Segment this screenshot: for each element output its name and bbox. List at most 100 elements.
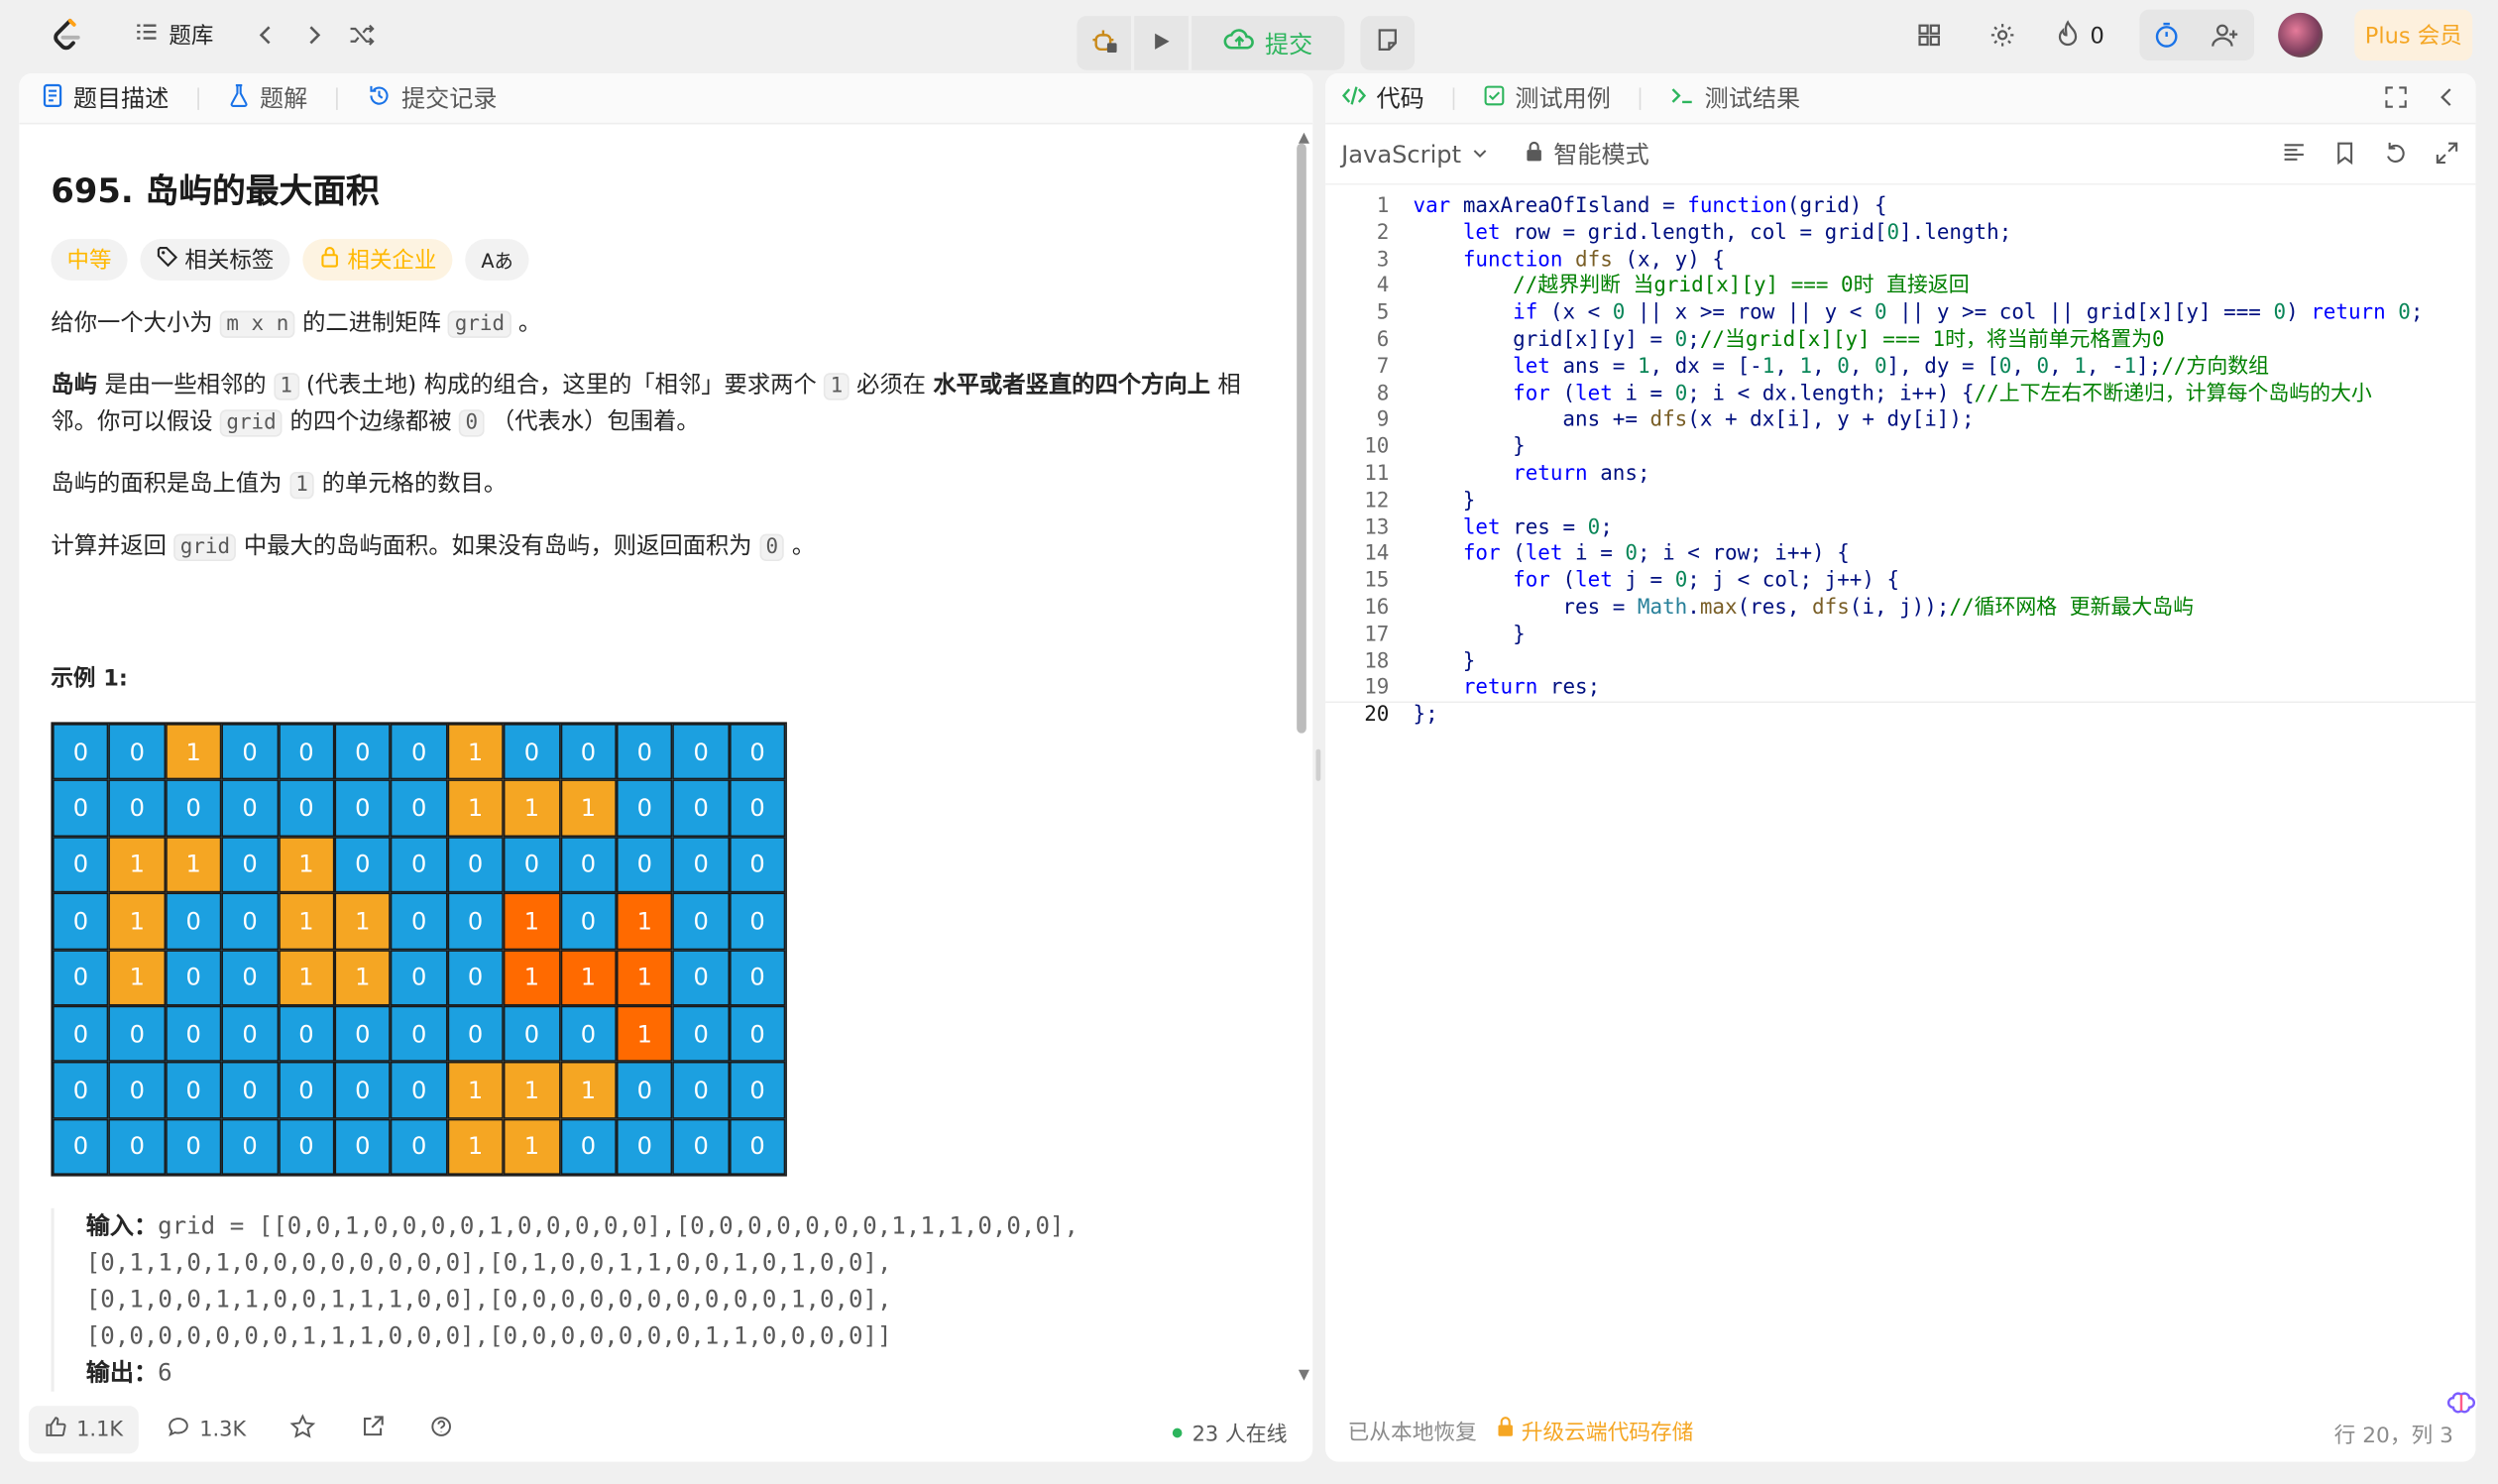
code-line: 16 res = Math.max(res, dfs(i, j));//循环网格… xyxy=(1364,596,2195,621)
tab-solutions[interactable]: 题解 xyxy=(228,81,307,115)
problem-badges: 中等 相关标签 相关企业 Aあ xyxy=(51,239,1261,281)
grid-cell: 0 xyxy=(729,949,786,1006)
grid-cell: 0 xyxy=(729,836,786,893)
maximize-icon[interactable] xyxy=(2383,84,2409,116)
reset-undo-icon[interactable] xyxy=(2383,140,2409,171)
grid-cell: 1 xyxy=(504,1118,560,1176)
grid-cell: 1 xyxy=(165,836,222,893)
inline-code: grid xyxy=(219,409,284,437)
streak-counter[interactable]: 0 xyxy=(2055,19,2104,54)
code-line: 5 if (x < 0 || x >= row || y < 0 || y >=… xyxy=(1376,301,2424,326)
format-align-icon[interactable] xyxy=(2281,140,2307,171)
tab-testcases[interactable]: 测试用例 xyxy=(1483,81,1611,115)
list-icon xyxy=(134,19,160,51)
difficulty-badge[interactable]: 中等 xyxy=(51,239,128,281)
tab-description-label: 题目描述 xyxy=(72,84,170,114)
bookmark-icon[interactable] xyxy=(2332,140,2358,171)
ai-assistant-brain-icon[interactable] xyxy=(2443,1385,2478,1420)
scroll-down-arrow-icon[interactable]: ▼ xyxy=(1299,1368,1309,1384)
submit-button[interactable]: 提交 xyxy=(1192,16,1345,70)
share-external-icon xyxy=(361,1414,387,1445)
run-button[interactable] xyxy=(1134,16,1189,70)
grid-cell: 0 xyxy=(391,779,448,837)
input-value: grid = [[0,0,1,0,0,0,0,1,0,0,0,0,0],[0,0… xyxy=(158,1211,1079,1241)
input-value: [0,0,0,0,0,0,0,1,1,1,0,0,0],[0,0,0,0,0,0… xyxy=(85,1321,892,1351)
problem-list-nav[interactable]: 题库 xyxy=(134,19,213,51)
inline-code: grid xyxy=(173,533,237,561)
stopwatch-icon[interactable] xyxy=(2152,21,2181,50)
history-icon xyxy=(367,82,393,114)
grid-cell: 1 xyxy=(447,1062,505,1119)
upgrade-storage-link[interactable]: 升级云端代码存储 xyxy=(1496,1414,1693,1445)
lock-icon xyxy=(318,246,340,275)
grid-cell: 0 xyxy=(729,723,786,780)
cloud-upload-icon xyxy=(1223,27,1255,58)
settings-gear-icon[interactable] xyxy=(1988,21,2017,50)
grid-cell: 0 xyxy=(672,1005,730,1063)
play-icon xyxy=(1150,28,1172,58)
prev-problem-icon[interactable] xyxy=(252,21,281,50)
inline-code: 1 xyxy=(288,471,315,500)
related-tags-button[interactable]: 相关标签 xyxy=(140,239,290,281)
tab-divider xyxy=(1452,86,1455,110)
favorite-button[interactable] xyxy=(275,1406,332,1453)
grid-cell: 0 xyxy=(278,723,335,780)
tab-code[interactable]: 代码 xyxy=(1341,81,1424,115)
grid-cell: 0 xyxy=(334,836,392,893)
tab-submissions[interactable]: 提交记录 xyxy=(367,81,497,115)
code-line: 15 for (let j = 0; j < col; j++) { xyxy=(1364,569,1900,594)
translate-button[interactable]: Aあ xyxy=(465,239,529,281)
collapse-left-icon[interactable] xyxy=(2435,84,2460,116)
grid-cell: 1 xyxy=(504,949,560,1006)
grid-cell: 1 xyxy=(504,779,560,837)
grid-cell: 0 xyxy=(278,1062,335,1119)
comments-button[interactable]: 1.3K xyxy=(152,1406,262,1453)
example-io-block: 输入：grid = [[0,0,1,0,0,0,0,1,0,0,0,0,0],[… xyxy=(51,1207,1261,1392)
related-tags-label: 相关标签 xyxy=(184,248,275,275)
tab-solutions-label: 题解 xyxy=(259,84,308,114)
panel-splitter-handle[interactable] xyxy=(1315,748,1321,781)
plus-member-button[interactable]: Plus 会员 xyxy=(2354,9,2473,61)
grid-cell: 0 xyxy=(616,723,673,780)
grid-cell: 0 xyxy=(53,1005,109,1063)
grid-cell: 0 xyxy=(616,836,673,893)
text: (代表土地) 构成的组合，这里的「相邻」要求两个 xyxy=(305,373,817,399)
related-companies-label: 相关企业 xyxy=(347,248,437,275)
grid-cell: 0 xyxy=(221,1118,279,1176)
user-avatar[interactable] xyxy=(2278,12,2324,57)
grid-cell: 0 xyxy=(165,1005,222,1063)
notes-button[interactable] xyxy=(1360,16,1416,70)
like-button[interactable]: 1.1K xyxy=(28,1406,140,1454)
smart-mode-toggle[interactable]: 智能模式 xyxy=(1525,137,1649,171)
code-editor[interactable]: 1 var maxAreaOfIsland = function(grid) { … xyxy=(1325,194,2476,730)
leetcode-logo-icon[interactable] xyxy=(48,16,86,55)
grid-cell: 0 xyxy=(504,1005,560,1063)
translate-icon: Aあ xyxy=(481,249,513,273)
grid-cell: 0 xyxy=(391,836,448,893)
grid-cell: 0 xyxy=(165,779,222,837)
layout-grid-icon[interactable] xyxy=(1915,21,1944,50)
add-user-icon[interactable] xyxy=(2212,21,2240,50)
question-circle-icon xyxy=(431,1416,453,1444)
tab-test-results[interactable]: 测试结果 xyxy=(1669,81,1800,115)
problem-tabs: 题目描述 题解 提交记录 xyxy=(19,72,1313,125)
share-button[interactable] xyxy=(345,1406,402,1453)
related-companies-button[interactable]: 相关企业 xyxy=(302,239,453,281)
streak-count: 0 xyxy=(2090,24,2104,50)
grid-cell: 1 xyxy=(559,1062,617,1119)
online-count: 23 人在线 xyxy=(1192,1423,1288,1447)
debug-button[interactable] xyxy=(1077,16,1132,70)
code-line: 6 grid[x][y] = 0;//当grid[x][y] === 1时，将当… xyxy=(1376,328,2165,353)
expand-icon[interactable] xyxy=(2435,140,2460,171)
vertical-scrollbar[interactable] xyxy=(1297,143,1306,734)
tab-description[interactable]: 题目描述 xyxy=(42,81,170,115)
tab-test-results-label: 测试结果 xyxy=(1704,84,1801,114)
next-problem-icon[interactable] xyxy=(299,21,328,50)
grid-cell: 1 xyxy=(616,892,673,950)
shuffle-icon[interactable] xyxy=(347,21,376,50)
language-select[interactable]: JavaScript xyxy=(1341,140,1490,169)
terminal-icon xyxy=(1669,83,1695,112)
flask-icon xyxy=(228,82,250,114)
submit-label: 提交 xyxy=(1265,29,1313,58)
help-button[interactable] xyxy=(414,1406,469,1453)
